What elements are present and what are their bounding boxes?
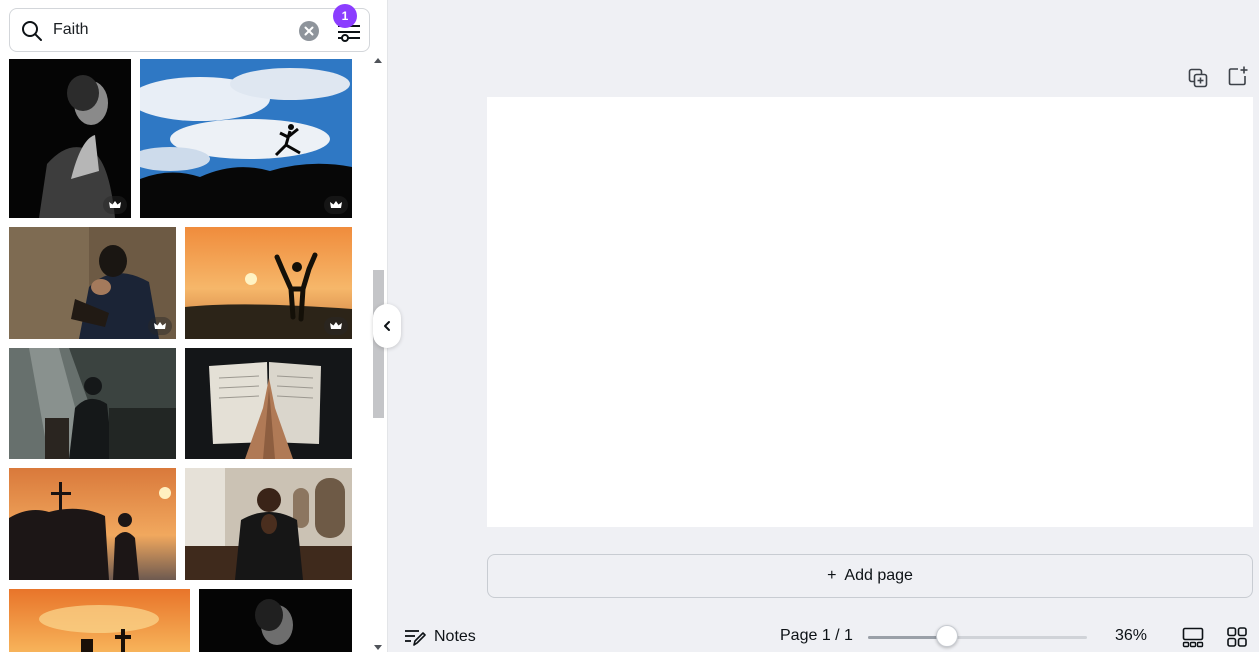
premium-crown-icon <box>148 317 172 335</box>
page-indicator[interactable]: Page 1 / 1 <box>780 627 853 645</box>
cross-lantern-sunset-image <box>9 589 190 652</box>
church-light-image <box>9 348 176 459</box>
filter-count-badge: 1 <box>333 4 357 28</box>
clear-search-icon[interactable] <box>299 21 319 41</box>
image-result[interactable] <box>185 468 352 580</box>
collapse-panel-button[interactable] <box>373 304 401 348</box>
zoom-slider-fill <box>868 636 947 639</box>
cross-sunset-group-image <box>9 468 176 580</box>
add-page-label: Add page <box>844 567 913 584</box>
woman-looking-up-image <box>199 589 352 652</box>
grid-view-icon[interactable] <box>1225 625 1249 649</box>
man-praying-pew-image <box>185 468 352 580</box>
image-result[interactable] <box>185 348 352 459</box>
zoom-slider-thumb[interactable] <box>935 625 958 647</box>
design-canvas[interactable] <box>487 97 1253 527</box>
notes-label: Notes <box>434 628 476 645</box>
premium-crown-icon <box>324 196 348 214</box>
page-view-icon[interactable] <box>1181 625 1205 649</box>
search-bar[interactable]: Faith <box>9 8 370 52</box>
zoom-slider-track[interactable] <box>868 636 1087 639</box>
scroll-up-arrow-icon[interactable] <box>374 58 382 63</box>
search-input[interactable]: Faith <box>53 21 89 39</box>
hands-on-bible-image <box>185 348 352 459</box>
search-icon <box>22 21 42 41</box>
scroll-down-arrow-icon[interactable] <box>374 645 382 650</box>
notes-icon <box>405 630 426 646</box>
image-result[interactable] <box>9 589 190 652</box>
chevron-left-icon <box>384 321 390 331</box>
notes-button[interactable]: Notes <box>404 626 476 648</box>
plus-icon: + <box>827 567 837 584</box>
jumping-silhouette-image <box>140 59 352 218</box>
woman-praying-image <box>9 59 131 218</box>
image-result[interactable] <box>9 59 131 218</box>
zoom-percentage[interactable]: 36% <box>1115 627 1147 645</box>
add-page-button[interactable]: + Add page <box>487 554 1253 598</box>
image-result[interactable] <box>9 468 176 580</box>
image-result[interactable] <box>9 348 176 459</box>
results-scrollbar[interactable] <box>370 52 387 652</box>
image-result[interactable] <box>9 227 176 339</box>
image-result[interactable] <box>185 227 352 339</box>
premium-crown-icon <box>103 196 127 214</box>
add-page-icon[interactable] <box>1226 64 1250 88</box>
duplicate-page-icon[interactable] <box>1186 66 1210 90</box>
image-results-grid <box>0 59 370 652</box>
premium-crown-icon <box>324 317 348 335</box>
image-result[interactable] <box>140 59 352 218</box>
image-result[interactable] <box>199 589 352 652</box>
side-panel: Faith 1 <box>0 0 388 652</box>
